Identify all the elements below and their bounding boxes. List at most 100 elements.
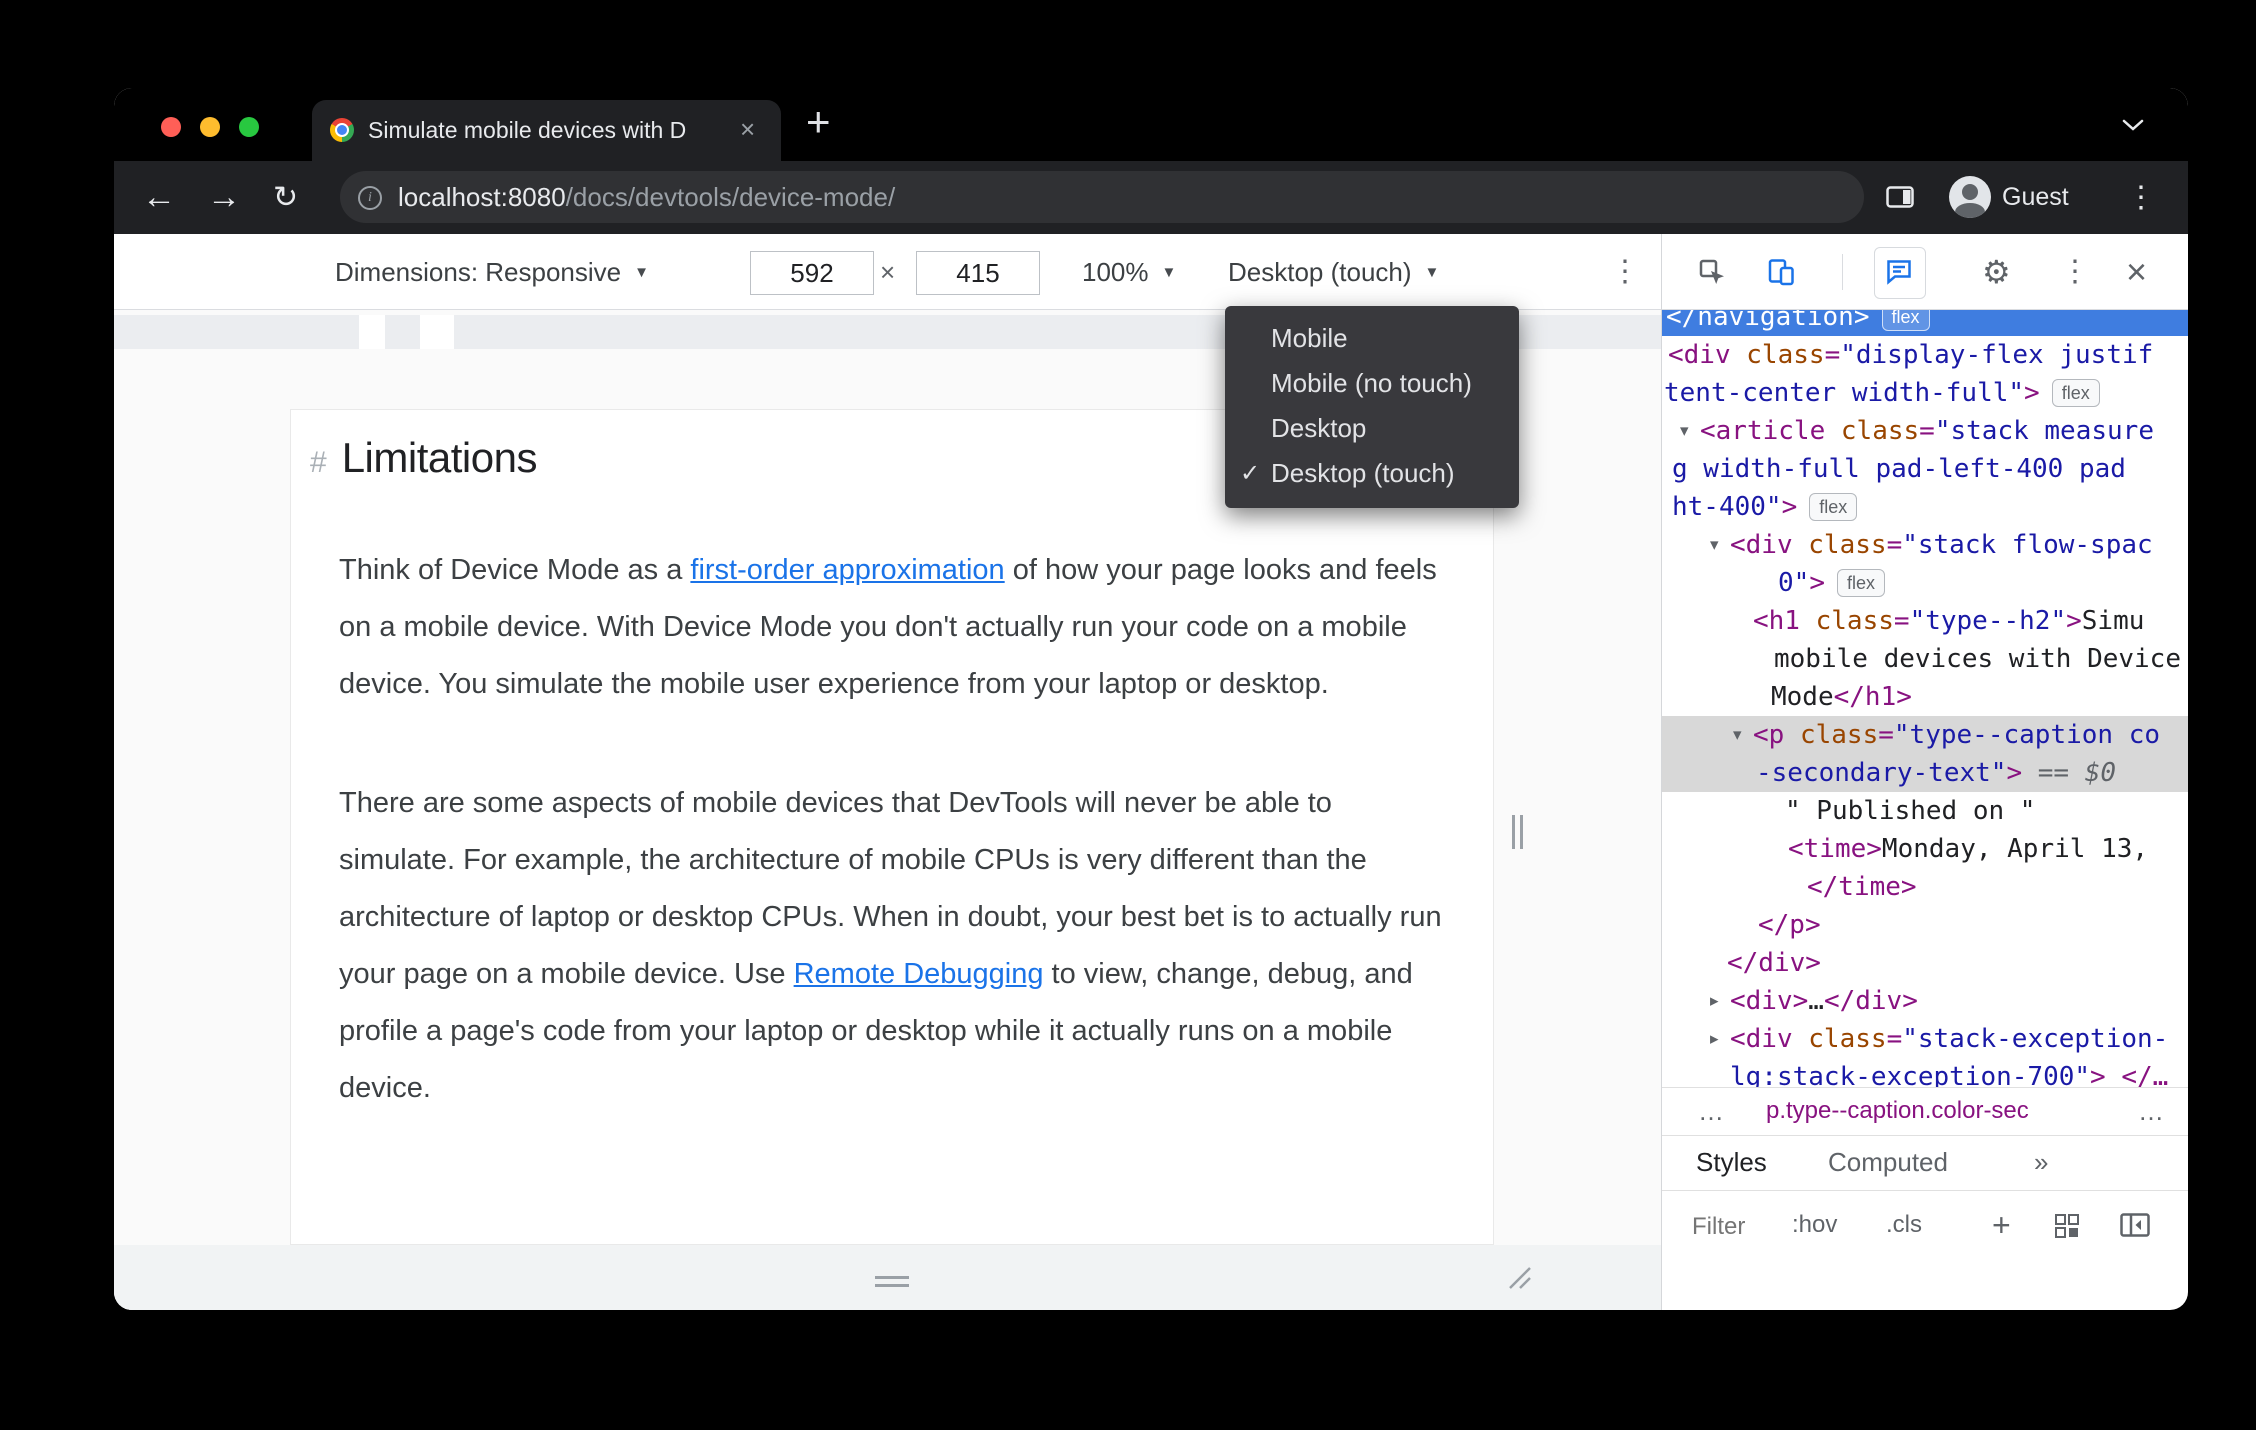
article-link[interactable]: Remote Debugging <box>794 958 1044 990</box>
site-info-icon[interactable]: i <box>358 186 382 210</box>
inspect-element-icon[interactable] <box>1698 258 1726 286</box>
new-tab-button[interactable]: + <box>806 88 831 161</box>
flex-badge[interactable]: flex <box>2051 379 2100 407</box>
code-token: <time> <box>1788 834 1882 864</box>
dom-tree-row[interactable]: <time>Monday, April 13, <box>1662 830 2188 868</box>
messages-button[interactable] <box>1874 247 1926 299</box>
dom-tree-row[interactable]: ▾ <p class="type--caption co <box>1662 716 2188 754</box>
address-bar[interactable]: i localhost:8080/docs/devtools/device-mo… <box>340 171 1864 223</box>
tab-close-icon[interactable]: × <box>740 100 755 161</box>
code-token: > <box>1781 492 1798 522</box>
breadcrumb-overflow-left[interactable]: … <box>1698 1088 1724 1136</box>
dom-tree-row[interactable]: </div> <box>1662 944 2188 982</box>
code-token: mobile devices with Device <box>1774 644 2181 674</box>
collapse-arrow-icon[interactable]: ▾ <box>1680 412 1689 450</box>
width-input[interactable] <box>750 251 874 295</box>
toggle-hover-button[interactable]: :hov <box>1792 1191 1837 1261</box>
forward-button[interactable]: → <box>207 161 241 234</box>
collapse-arrow-icon[interactable]: ▾ <box>1733 716 1742 754</box>
heading-anchor-hash[interactable]: # <box>310 446 327 480</box>
corner-resize-handle[interactable] <box>1504 1262 1532 1295</box>
toolbar-divider <box>1842 254 1843 290</box>
url-host: localhost:8080 <box>398 182 566 212</box>
breadcrumb-item[interactable]: p.type--caption.color-sec <box>1766 1088 2029 1136</box>
code-token: </… <box>2121 1062 2169 1087</box>
dom-tree-row[interactable]: ▾ <article class="stack measure <box>1662 412 2188 450</box>
dom-tree-row[interactable]: -secondary-text"> == $0 <box>1662 754 2188 792</box>
settings-gear-icon[interactable]: ⚙ <box>1982 234 2011 310</box>
menu-item-desktop-touch[interactable]: ✓ Desktop (touch) <box>1225 451 1519 496</box>
tab-computed[interactable]: Computed <box>1828 1136 1948 1191</box>
menu-item-label: Desktop <box>1271 413 1367 443</box>
dom-tree-row[interactable]: <div class="display-flex justif <box>1662 336 2188 374</box>
browser-tab[interactable]: Simulate mobile devices with D × <box>312 100 781 161</box>
traffic-light-close[interactable] <box>161 117 181 137</box>
reload-button[interactable]: ↻ <box>273 161 298 234</box>
expand-arrow-icon[interactable]: ▸ <box>1710 982 1719 1020</box>
toggle-class-button[interactable]: .cls <box>1886 1191 1922 1261</box>
code-token: = <box>1886 530 1903 560</box>
code-token: "type--caption co <box>1893 720 2161 750</box>
devtools-close-button[interactable]: × <box>2126 234 2147 310</box>
code-token: > <box>2024 378 2040 408</box>
menu-item-mobile[interactable]: Mobile <box>1225 316 1519 361</box>
menu-item-desktop[interactable]: Desktop <box>1225 406 1519 451</box>
guest-avatar[interactable] <box>1949 176 1991 218</box>
devtools-menu-button[interactable]: ⋮ <box>2060 234 2090 310</box>
tab-search-chevron-icon[interactable] <box>2122 118 2144 137</box>
zoom-dropdown[interactable]: 100% ▼ <box>1082 234 1176 310</box>
back-button[interactable]: ← <box>142 161 176 234</box>
device-toolbar-menu-button[interactable]: ⋮ <box>1610 234 1640 310</box>
code-token: <h1 <box>1753 606 1816 636</box>
dom-tree-row[interactable]: tent-center width-full"> flex <box>1662 374 2188 412</box>
dom-tree-row[interactable]: ▸ <div class="stack-exception- <box>1662 1020 2188 1058</box>
expand-arrow-icon[interactable]: ▸ <box>1710 1020 1719 1058</box>
menu-item-label: Mobile <box>1271 323 1348 353</box>
dom-tree-row[interactable]: " Published on " <box>1662 792 2188 830</box>
computed-sidebar-toggle-icon[interactable] <box>2120 1213 2150 1242</box>
new-style-rule-button[interactable]: + <box>1992 1191 2011 1261</box>
dom-tree-row[interactable]: ▾ <div class="stack flow-spac <box>1662 526 2188 564</box>
dom-tree-row[interactable]: ht-400"> flex <box>1662 488 2188 526</box>
flex-badge[interactable]: flex <box>1881 310 1930 331</box>
dom-tree-row[interactable]: </navigation> flex <box>1662 310 2188 336</box>
menu-item-mobile-no-touch[interactable]: Mobile (no touch) <box>1225 361 1519 406</box>
code-token: <div> <box>1730 986 1809 1016</box>
article-link[interactable]: first-order approximation <box>690 554 1004 586</box>
breadcrumb-overflow-right[interactable]: … <box>2138 1088 2164 1136</box>
side-panel-icon[interactable] <box>1886 186 1914 213</box>
device-toolbar-toggle-icon[interactable] <box>1767 258 1795 286</box>
code-token: > <box>2090 1062 2122 1087</box>
height-resize-handle[interactable] <box>875 1276 909 1287</box>
traffic-light-zoom[interactable] <box>239 117 259 137</box>
traffic-light-minimize[interactable] <box>200 117 220 137</box>
styles-tab-bar: Styles Computed » <box>1662 1135 2188 1190</box>
dom-tree-row[interactable]: g width-full pad-left-400 pad <box>1662 450 2188 488</box>
style-options-grid-icon[interactable] <box>2054 1213 2080 1244</box>
dimensions-dropdown[interactable]: Dimensions: Responsive ▼ <box>335 234 649 310</box>
height-input[interactable] <box>916 251 1040 295</box>
dom-tree-row[interactable]: 0"> flex <box>1662 564 2188 602</box>
zoom-value: 100% <box>1082 256 1149 287</box>
code-token: Simu <box>2081 606 2145 636</box>
chevron-down-icon: ▼ <box>1424 263 1440 281</box>
code-token: > <box>1809 568 1825 598</box>
dom-tree-row[interactable]: </time> <box>1662 868 2188 906</box>
flex-badge[interactable]: flex <box>1836 569 1885 597</box>
device-type-dropdown[interactable]: Desktop (touch) ▼ <box>1228 234 1439 310</box>
dom-tree-row[interactable]: ▸ <div>…</div> <box>1662 982 2188 1020</box>
width-resize-handle[interactable] <box>1512 815 1523 849</box>
more-tabs-button[interactable]: » <box>2034 1136 2048 1191</box>
browser-menu-button[interactable]: ⋮ <box>2126 161 2156 234</box>
dom-tree-row[interactable]: mobile devices with Device <box>1662 640 2188 678</box>
tab-styles[interactable]: Styles <box>1696 1136 1767 1191</box>
dom-tree-row[interactable]: </p> <box>1662 906 2188 944</box>
code-token: g width-full pad-left-400 pad <box>1672 454 2126 484</box>
styles-filter-input[interactable] <box>1690 1208 1758 1246</box>
dom-tree-row[interactable]: lg:stack-exception-700"> </… <box>1662 1058 2188 1087</box>
flex-badge[interactable]: flex <box>1809 493 1858 521</box>
dom-tree-row[interactable]: <h1 class="type--h2">Simu <box>1662 602 2188 640</box>
collapse-arrow-icon[interactable]: ▾ <box>1710 526 1719 564</box>
dom-tree-row[interactable]: Mode</h1> <box>1662 678 2188 716</box>
url-path: /docs/devtools/device-mode/ <box>565 182 896 212</box>
